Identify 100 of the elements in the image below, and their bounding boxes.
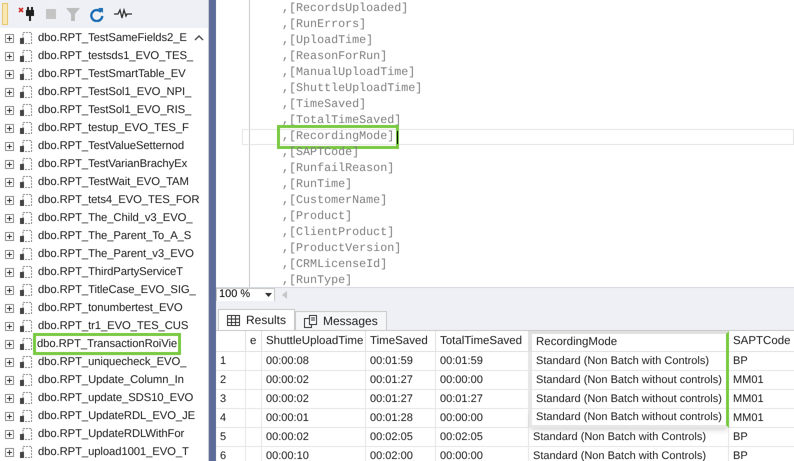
tree-item-label[interactable]: dbo.RPT_Update_Column_In (38, 372, 184, 388)
expand-icon[interactable] (5, 34, 14, 42)
code-line: ,[RunErrors] (282, 16, 366, 34)
tree-item-label[interactable]: dbo.RPT_testup_EVO_TES_F (38, 120, 189, 136)
expand-icon[interactable] (5, 448, 14, 456)
results-tab[interactable]: Results (218, 309, 296, 330)
column-header[interactable]: RecordingMode (529, 331, 729, 352)
expand-icon[interactable] (5, 178, 14, 186)
code-line: ,[RunTime] (282, 176, 352, 194)
view-icon (19, 157, 33, 171)
table-cell: 00:01:27 (436, 390, 529, 409)
results-tab[interactable]: Messages (295, 311, 387, 330)
tree-item-label[interactable]: dbo.RPT_testsds1_EVO_TES_ (38, 48, 194, 64)
view-icon (19, 283, 33, 297)
activity-icon[interactable] (114, 8, 132, 20)
column-header[interactable]: ShuttleUploadTime (262, 331, 366, 352)
expand-icon[interactable] (5, 142, 14, 150)
expand-icon[interactable] (5, 286, 14, 294)
expand-icon[interactable] (5, 124, 14, 132)
tree-item-label[interactable]: dbo.RPT_TestSol1_EVO_NPI_ (38, 84, 192, 100)
expand-icon[interactable] (5, 376, 14, 384)
column-header[interactable]: e (246, 331, 262, 352)
tree-item-label[interactable]: dbo.RPT_The_Parent_To_A_S (38, 228, 192, 244)
tree-item-label[interactable]: dbo.RPT_ThirdPartyServiceT (38, 264, 183, 280)
row-number: 4 (216, 409, 246, 428)
expand-icon[interactable] (5, 358, 14, 366)
table-cell: 00:00:08 (262, 352, 366, 371)
table-cell: 00:00:02 (262, 371, 366, 390)
table-cell: Standard (Non Batch without controls) (529, 409, 729, 428)
tree-item-label[interactable]: dbo.RPT_TestValueSetternod (38, 138, 184, 154)
expand-icon[interactable] (5, 340, 14, 348)
tree-item-label[interactable]: dbo.RPT_TestSameFields2_E (38, 30, 187, 46)
table-cell: Standard (Non Batch without controls) (529, 390, 729, 409)
tree-item-label[interactable]: dbo.RPT_tonumbertest_EVO (38, 300, 183, 316)
tree-item-label[interactable]: dbo.RPT_upload1001_EVO_T (38, 444, 189, 460)
table-cell: MM01 (729, 371, 794, 390)
view-icon (19, 67, 33, 81)
table-cell: MM01 (729, 409, 794, 428)
table-cell: 00:00:02 (262, 428, 366, 447)
tree-item-label[interactable]: dbo.RPT_The_Parent_v3_EVO (38, 246, 194, 262)
column-header[interactable]: SAPTCode (729, 331, 794, 352)
row-number: 3 (216, 390, 246, 409)
tree-item-label[interactable]: dbo.RPT_TransactionRoiVie (36, 336, 178, 352)
tree-item-label[interactable]: dbo.RPT_uniquecheck_EVO_ (38, 354, 186, 370)
table-cell: Standard (Non Batch with Controls) (529, 428, 729, 447)
tree-item-label[interactable]: dbo.RPT_update_SDS10_EVO (38, 390, 194, 406)
view-icon (19, 175, 33, 189)
expand-icon[interactable] (5, 412, 14, 420)
expand-icon[interactable] (5, 88, 14, 96)
expand-icon[interactable] (5, 106, 14, 114)
table-cell: 00:01:28 (366, 409, 436, 428)
column-header[interactable]: TotalTimeSaved (436, 331, 529, 352)
messages-icon (304, 314, 318, 328)
code-line: ,[RecordingMode] (280, 128, 396, 146)
view-icon (19, 247, 33, 261)
tree-item-label[interactable]: dbo.RPT_UpdateRDL_EVO_JE (38, 408, 196, 424)
row-number: 2 (216, 371, 246, 390)
expand-icon[interactable] (5, 52, 14, 60)
expand-icon[interactable] (5, 70, 14, 78)
expand-icon[interactable] (5, 232, 14, 240)
expand-icon[interactable] (5, 322, 14, 330)
zoom-dropdown[interactable]: 100 % (216, 288, 275, 302)
tree-item-label[interactable]: dbo.RPT_UpdateRDLWithFor (38, 426, 184, 442)
view-icon (19, 427, 33, 441)
dropdown-caret-icon (265, 292, 272, 296)
table-cell: BP (729, 447, 794, 461)
tree-item-label[interactable]: dbo.RPT_tets4_EVO_TES_FOR (38, 192, 200, 208)
tree-item-label[interactable]: dbo.RPT_TestWait_EVO_TAM (38, 174, 189, 190)
text-caret (397, 130, 398, 144)
tree-item-label[interactable]: dbo.RPT_TestVarianBrachyEx (38, 156, 188, 172)
table-cell: 00:00:00 (436, 409, 529, 428)
tree-item-label[interactable]: dbo.RPT_tr1_EVO_TES_CUS (38, 318, 188, 334)
code-line: ,[RunfailReason] (282, 160, 394, 178)
tree-item-label[interactable]: dbo.RPT_TestSmartTable_EV (38, 66, 186, 82)
expand-icon[interactable] (5, 214, 14, 222)
expand-icon[interactable] (5, 430, 14, 438)
expand-icon[interactable] (5, 250, 14, 258)
table-cell: BP (729, 352, 794, 371)
expand-icon[interactable] (5, 304, 14, 312)
expand-icon[interactable] (5, 394, 14, 402)
code-line: ,[TimeSaved] (282, 96, 366, 114)
code-line: ,[ProductVersion] (282, 240, 402, 258)
view-icon (19, 265, 33, 279)
refresh-icon[interactable] (90, 6, 104, 22)
view-icon (19, 85, 33, 99)
expand-icon[interactable] (5, 196, 14, 204)
view-icon (19, 229, 33, 243)
tree-item-label[interactable]: dbo.RPT_The_Child_v3_EVO_ (38, 210, 192, 226)
tree-item-label[interactable]: dbo.RPT_TitleCase_EVO_SIG_ (38, 282, 196, 298)
expand-icon[interactable] (5, 160, 14, 168)
table-cell: 00:00:02 (262, 390, 366, 409)
tree-item-label[interactable]: dbo.RPT_TestSol1_EVO_RIS_ (38, 102, 192, 118)
view-icon (19, 355, 33, 369)
view-icon (19, 409, 33, 423)
table-cell: 00:01:59 (366, 352, 436, 371)
view-icon (19, 211, 33, 225)
expand-icon[interactable] (5, 268, 14, 276)
disconnect-icon[interactable] (18, 6, 36, 22)
code-line: ,[Product] (282, 208, 352, 226)
column-header[interactable]: TimeSaved (366, 331, 436, 352)
